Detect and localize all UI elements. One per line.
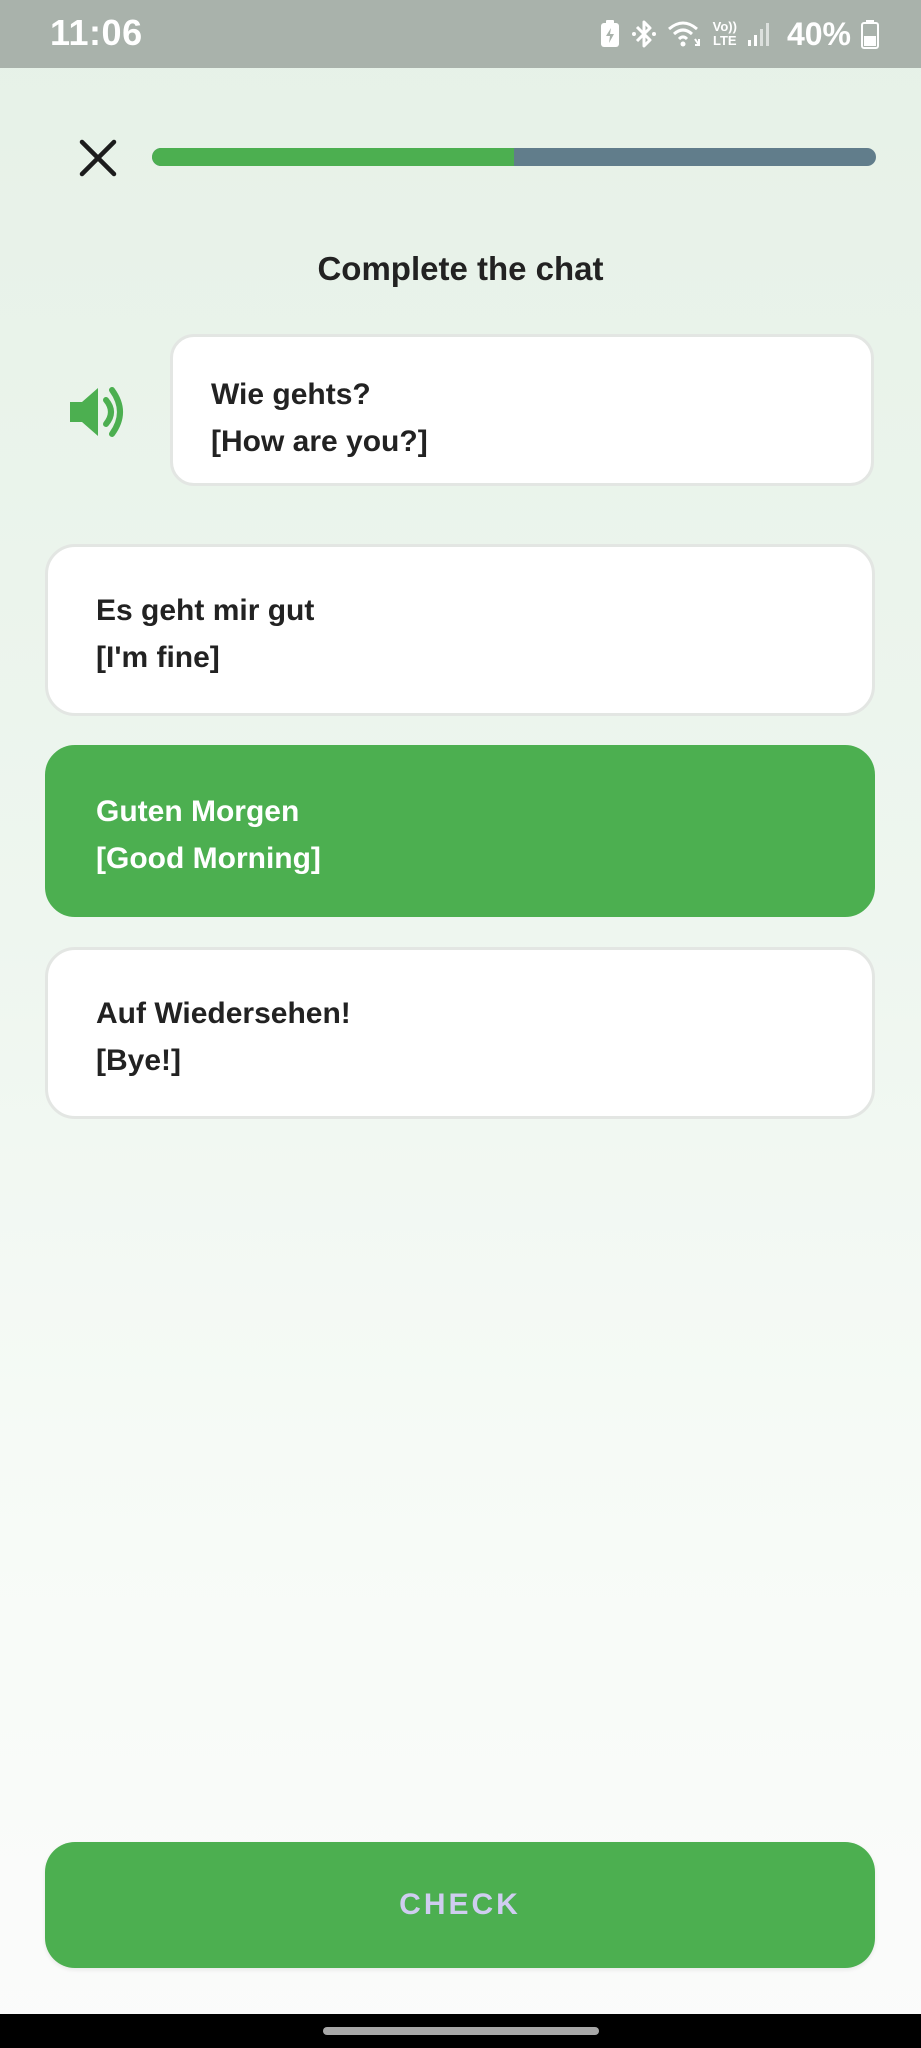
question-translation: [How are you?] xyxy=(211,425,428,458)
answer-option[interactable]: Guten Morgen [Good Morning] xyxy=(45,745,875,917)
question-text: Wie gehts? xyxy=(211,378,371,411)
status-icons: Vo)) LTE 40% xyxy=(599,14,879,54)
system-nav-bar xyxy=(0,2014,921,2048)
battery-saver-icon xyxy=(599,19,621,49)
answer-option[interactable]: Auf Wiedersehen! [Bye!] xyxy=(45,947,875,1119)
answer-option-text: Es geht mir gut xyxy=(96,594,315,627)
status-bar: 11:06 Vo)) LTE 40% xyxy=(0,0,921,68)
close-icon xyxy=(79,139,117,177)
lesson-progress-bar xyxy=(152,148,876,166)
status-time: 11:06 xyxy=(50,12,143,53)
answer-option-translation: [Bye!] xyxy=(96,1044,182,1077)
battery-percent: 40% xyxy=(786,15,851,52)
play-audio-button[interactable] xyxy=(66,380,130,444)
speaker-icon xyxy=(70,387,123,437)
wifi-icon xyxy=(667,19,703,49)
lesson-progress-fill xyxy=(152,148,514,166)
battery-icon xyxy=(861,19,879,49)
question-bubble: Wie gehts? [How are you?] xyxy=(170,334,874,486)
prompt-title: Complete the chat xyxy=(317,250,604,287)
bluetooth-icon xyxy=(631,18,657,50)
close-button[interactable] xyxy=(70,130,126,186)
answer-option-translation: [Good Morning] xyxy=(96,842,321,875)
answer-option[interactable]: Es geht mir gut [I'm fine] xyxy=(45,544,875,716)
check-button[interactable]: CHECK xyxy=(45,1842,875,1968)
answer-option-translation: [I'm fine] xyxy=(96,641,220,674)
volte-icon: Vo)) LTE xyxy=(712,19,737,48)
answer-option-text: Auf Wiedersehen! xyxy=(96,997,351,1030)
home-indicator[interactable] xyxy=(323,2027,599,2035)
answer-option-text: Guten Morgen xyxy=(96,795,300,828)
signal-icon xyxy=(747,21,771,47)
